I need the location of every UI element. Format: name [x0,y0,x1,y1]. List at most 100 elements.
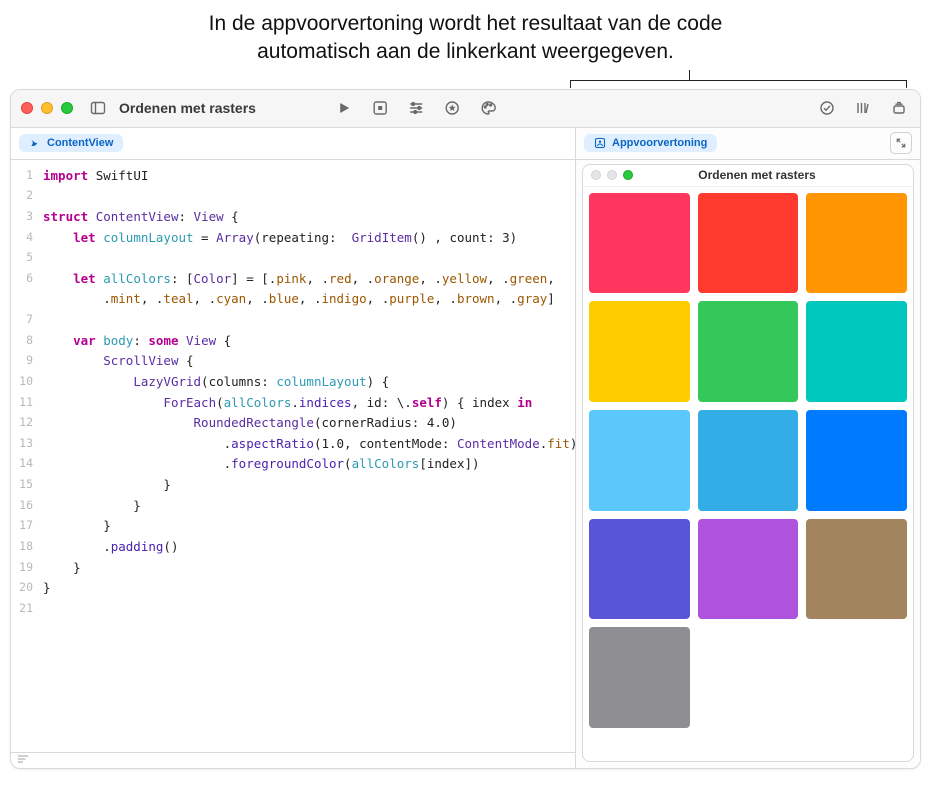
color-swatch[interactable] [589,410,690,511]
preview-pane: Appvoorvertoning Ordenen met rasters [576,128,920,768]
line-number: 19 [11,558,43,579]
code-content: ForEach(allColors.indices, id: \.self) {… [43,393,532,414]
code-line[interactable]: 8 var body: some View { [11,331,575,352]
annotation-text: In de appvoorvertoning wordt het resulta… [166,10,766,67]
star-badge-icon[interactable] [441,97,463,119]
line-number: 10 [11,372,43,393]
color-swatch[interactable] [698,193,799,294]
code-line[interactable]: 16 } [11,496,575,517]
line-number: 9 [11,351,43,372]
code-content: } [43,496,141,517]
code-line[interactable]: 2 [11,186,575,207]
line-number: 8 [11,331,43,352]
code-editor[interactable]: 1import SwiftUI2 3struct ContentView: Vi… [11,160,575,752]
code-content: let columnLayout = Array(repeating: Grid… [43,228,517,249]
line-number: 18 [11,537,43,558]
preview-tabbar: Appvoorvertoning [576,128,920,160]
color-swatch[interactable] [589,519,690,620]
sliders-icon[interactable] [405,97,427,119]
code-content: import SwiftUI [43,166,148,187]
line-number: 13 [11,434,43,455]
code-line[interactable]: 19 } [11,558,575,579]
zoom-window-button[interactable] [61,102,73,114]
code-content: struct ContentView: View { [43,207,239,228]
preview-window-title: Ordenen met rasters [609,168,905,182]
sidebar-toggle-icon[interactable] [87,97,109,119]
line-number: 1 [11,166,43,187]
color-swatch[interactable] [589,301,690,402]
code-content: ScrollView { [43,351,194,372]
code-line[interactable]: 15 } [11,475,575,496]
line-number: 2 [11,186,43,207]
code-line[interactable]: .mint, .teal, .cyan, .blue, .indigo, .pu… [11,289,575,310]
preview-tab[interactable]: Appvoorvertoning [584,134,717,152]
line-number: 12 [11,413,43,434]
library-icon[interactable] [852,97,874,119]
window-controls [21,102,73,114]
preview-close-dot[interactable] [591,170,601,180]
code-line[interactable]: 18 .padding() [11,537,575,558]
color-swatch[interactable] [806,301,907,402]
code-line[interactable]: 9 ScrollView { [11,351,575,372]
line-number [11,289,43,310]
stop-icon[interactable] [369,97,391,119]
line-number: 21 [11,599,43,620]
color-swatch[interactable] [806,519,907,620]
code-line[interactable]: 7 [11,310,575,331]
code-line[interactable]: 3struct ContentView: View { [11,207,575,228]
toolbar: Ordenen met rasters [11,90,920,128]
line-number: 17 [11,516,43,537]
code-line[interactable]: 14 .foregroundColor(allColors[index]) [11,454,575,475]
code-content: var body: some View { [43,331,231,352]
line-number: 15 [11,475,43,496]
code-line[interactable]: 5 [11,248,575,269]
app-preview-window: Ordenen met rasters [582,164,914,762]
app-preview-icon [594,137,606,149]
line-number: 5 [11,248,43,269]
editor-tabbar: ContentView [11,128,575,160]
code-line[interactable]: 21 [11,599,575,620]
line-number: 3 [11,207,43,228]
minimize-window-button[interactable] [41,102,53,114]
palette-icon[interactable] [477,97,499,119]
code-line[interactable]: 12 RoundedRectangle(cornerRadius: 4.0) [11,413,575,434]
code-content: .aspectRatio(1.0, contentMode: ContentMo… [43,434,575,455]
color-swatch[interactable] [806,193,907,294]
color-grid [589,193,907,728]
code-line[interactable]: 10 LazyVGrid(columns: columnLayout) { [11,372,575,393]
line-number: 4 [11,228,43,249]
expand-preview-icon[interactable] [890,132,912,154]
editor-tab-contentview[interactable]: ContentView [19,134,123,152]
line-number: 7 [11,310,43,331]
code-line[interactable]: 20} [11,578,575,599]
code-line[interactable]: 11 ForEach(allColors.indices, id: \.self… [11,393,575,414]
code-line[interactable]: 1import SwiftUI [11,166,575,187]
code-line[interactable]: 4 let columnLayout = Array(repeating: Gr… [11,228,575,249]
color-swatch[interactable] [698,519,799,620]
color-swatch[interactable] [589,627,690,728]
color-swatch[interactable] [698,410,799,511]
code-line[interactable]: 17 } [11,516,575,537]
color-swatch[interactable] [698,301,799,402]
swift-icon [29,137,41,149]
preview-content[interactable] [583,187,913,761]
checkmark-circle-icon[interactable] [816,97,838,119]
color-swatch[interactable] [806,410,907,511]
line-number: 11 [11,393,43,414]
preview-titlebar: Ordenen met rasters [583,165,913,187]
code-content: .foregroundColor(allColors[index]) [43,454,480,475]
code-line[interactable]: 6 let allColors: [Color] = [.pink, .red,… [11,269,575,290]
close-window-button[interactable] [21,102,33,114]
code-content: } [43,578,51,599]
code-content: } [43,516,111,537]
line-number: 16 [11,496,43,517]
color-swatch[interactable] [589,193,690,294]
run-icon[interactable] [333,97,355,119]
code-line[interactable]: 13 .aspectRatio(1.0, contentMode: Conten… [11,434,575,455]
code-content: LazyVGrid(columns: columnLayout) { [43,372,389,393]
stack-icon[interactable] [888,97,910,119]
line-number: 20 [11,578,43,599]
code-content: let allColors: [Color] = [.pink, .red, .… [43,269,555,290]
app-window: Ordenen met rasters [10,89,921,769]
code-content: .padding() [43,537,178,558]
